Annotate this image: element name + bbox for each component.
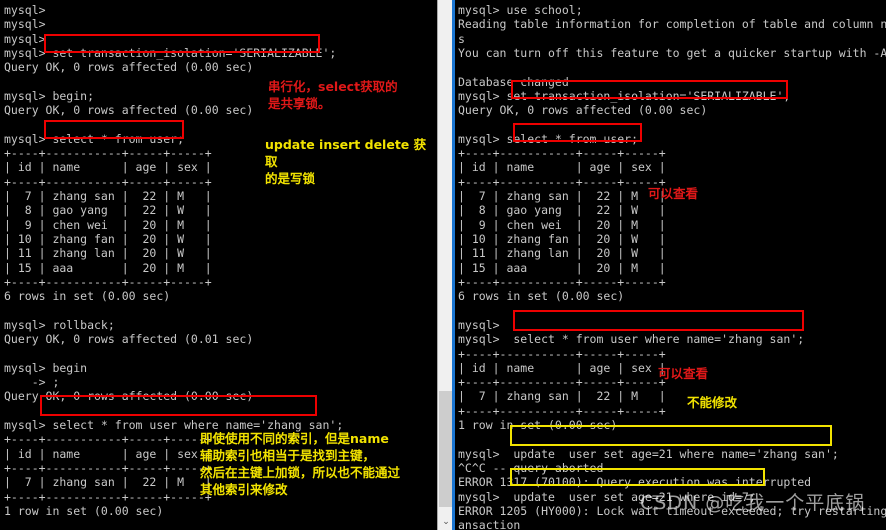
annotation-can-read-1: 可以查看	[648, 186, 699, 201]
highlight-select-all-right	[513, 123, 642, 142]
terminal-line: mysql>	[4, 17, 46, 32]
scrollbar-thumb[interactable]	[439, 391, 453, 507]
highlight-select-where-left	[40, 395, 317, 416]
terminal-line: 1 row in set (0.00 sec)	[4, 503, 164, 518]
terminal-line: mysql> use school;	[458, 3, 583, 17]
terminal-line: | 7 | zhang san | 22 | M |	[458, 389, 666, 404]
terminal-line: +----+-----------+-----+-----+	[458, 274, 666, 289]
terminal-line: | 10 | zhang fan | 20 | W |	[4, 232, 212, 246]
terminal-line: | 15 | aaa | 20 | M |	[458, 260, 666, 275]
screenshot-root: mysql> mysql> mysql> mysql> set transaction…	[0, 0, 886, 530]
annotation-write-lock-note: update insert delete 获取 的是写锁	[265, 137, 427, 186]
terminal-line: ansaction	[458, 518, 521, 530]
terminal-line: | id | name | age | sex |	[458, 160, 666, 175]
terminal-line: +----+-----------+-----+-----+	[458, 346, 666, 361]
terminal-line: | 9 | chen wei | 20 | M |	[4, 217, 212, 232]
terminal-line: Query OK, 0 rows affected (0.00 sec)	[458, 103, 708, 118]
annotation-serializable-note: 串行化，select获取的 是共享锁。	[268, 79, 398, 111]
terminal-line: | 8 | gao yang | 22 | W |	[458, 203, 666, 218]
terminal-line: mysql> begin	[4, 360, 88, 375]
terminal-line: 6 rows in set (0.00 sec)	[4, 289, 171, 304]
highlight-select-where-right	[513, 310, 804, 331]
terminal-line: mysql> select * from user where name='zh…	[458, 332, 805, 347]
terminal-line: -> ;	[4, 375, 60, 390]
terminal-line: mysql> update user set age=21 where name…	[458, 446, 839, 461]
annotation-secondary-index-note: 即使使用不同的索引，但是name 辅助索引也相当于是找到主键， 然后在主键上加锁…	[200, 431, 401, 497]
terminal-line: | 11 | zhang lan | 20 | W |	[4, 246, 212, 261]
right-terminal-panel[interactable]: mysql> use school; Reading table informat…	[455, 0, 886, 530]
terminal-line: +----+-----------+-----+-----+	[458, 403, 666, 418]
terminal-line: 6 rows in set (0.00 sec)	[458, 289, 625, 304]
terminal-line: mysql>	[4, 3, 46, 17]
terminal-line: s	[458, 31, 465, 46]
terminal-line: | 15 | aaa | 20 | M |	[4, 260, 212, 275]
terminal-line: | 11 | zhang lan | 20 | W |	[458, 246, 666, 261]
highlight-update-id-right	[510, 468, 765, 486]
highlight-select-all-left	[44, 120, 184, 139]
terminal-line: Reading table information for completion…	[458, 17, 886, 32]
annotation-can-read-2: 可以查看	[658, 366, 709, 381]
highlight-update-name-right	[510, 425, 832, 446]
terminal-line: | 10 | zhang fan | 20 | W |	[458, 232, 666, 246]
terminal-line: mysql> rollback;	[4, 317, 115, 332]
left-terminal-panel[interactable]: mysql> mysql> mysql> mysql> set transaction…	[0, 0, 437, 530]
csdn-watermark: CSDN @吃我一个平底锅	[640, 492, 866, 514]
terminal-line: | 9 | chen wei | 20 | M |	[458, 217, 666, 232]
highlight-set-isolation-left	[44, 34, 320, 53]
terminal-line: | 8 | gao yang | 22 | W |	[4, 203, 212, 218]
terminal-line: Query OK, 0 rows affected (0.00 sec)	[4, 60, 254, 75]
terminal-line: +----+-----------+-----+-----+	[4, 274, 212, 289]
terminal-line: +----+-----------+-----+-----+	[458, 146, 666, 161]
annotation-cannot-modify: 不能修改	[687, 395, 738, 410]
terminal-line: You can turn off this feature to get a q…	[458, 45, 886, 60]
highlight-set-isolation-right	[511, 80, 788, 99]
terminal-line: Query OK, 0 rows affected (0.01 sec)	[4, 332, 254, 347]
terminal-line: | 7 | zhang san | 22 | M |	[4, 189, 212, 204]
